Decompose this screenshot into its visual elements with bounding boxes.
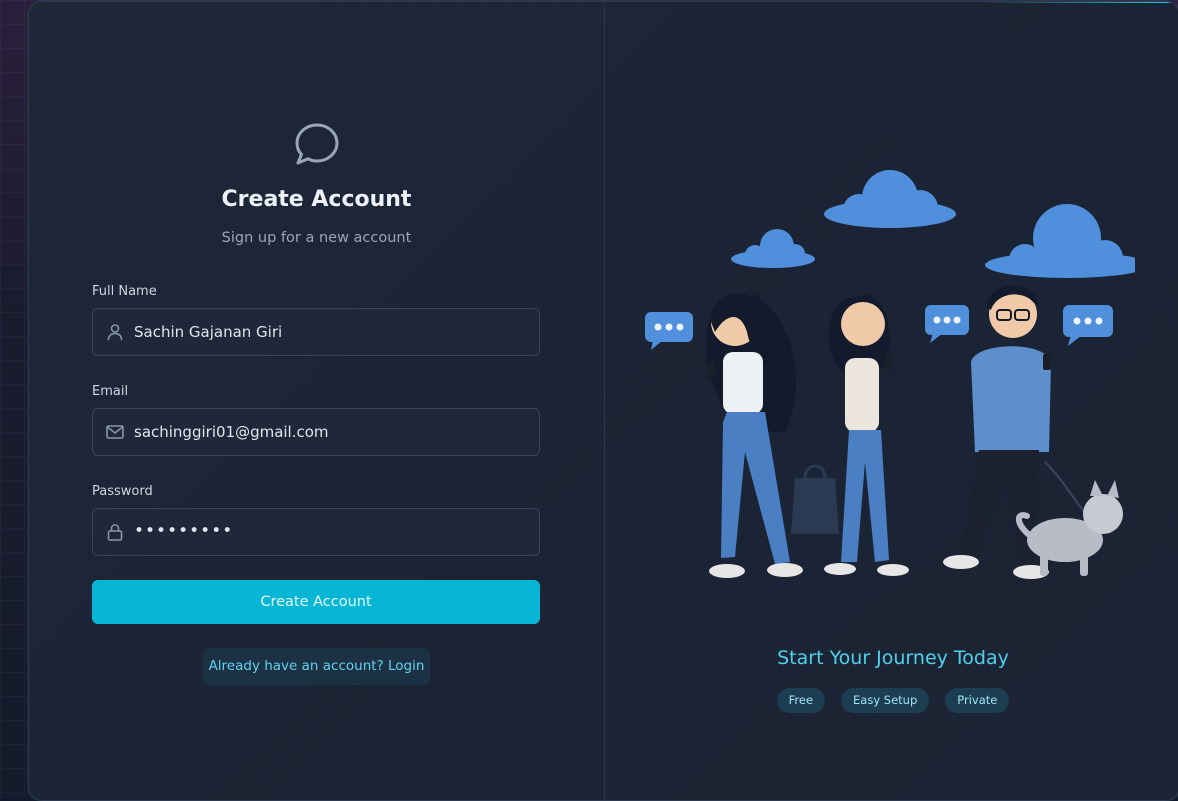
login-link-button[interactable]: Already have an account? Login [203, 648, 430, 685]
full-name-value: Sachin Gajanan Giri [134, 323, 283, 341]
create-account-button[interactable]: Create Account [92, 580, 540, 624]
signup-card: Create Account Sign up for a new account… [28, 1, 1178, 801]
password-label: Password [92, 484, 153, 499]
chip-easy-setup: Easy Setup [841, 688, 930, 713]
password-value: ••••••••• [134, 521, 234, 541]
chip-free: Free [776, 688, 826, 713]
user-icon [107, 324, 123, 341]
password-field[interactable]: ••••••••• [92, 508, 540, 556]
full-name-field[interactable]: Sachin Gajanan Giri [92, 308, 540, 356]
promo-tagline: Start Your Journey Today [777, 647, 1009, 669]
page-title: Create Account [221, 187, 412, 212]
page-subtitle: Sign up for a new account [221, 230, 412, 246]
email-value: sachinggiri01@gmail.com [134, 423, 329, 441]
chat-bubble-icon [295, 123, 339, 165]
promo-pane: Start Your Journey Today Free Easy Setup… [605, 2, 1178, 800]
chip-private: Private [945, 688, 1010, 713]
lock-icon [107, 524, 123, 541]
feature-chips: Free Easy Setup Private [605, 688, 1178, 713]
people-walking-illustration [645, 170, 1135, 579]
email-field[interactable]: sachinggiri01@gmail.com [92, 408, 540, 456]
signup-form-pane: Create Account Sign up for a new account… [29, 2, 604, 800]
email-label: Email [92, 384, 129, 399]
full-name-label: Full Name [92, 284, 157, 299]
mail-icon [106, 425, 124, 439]
